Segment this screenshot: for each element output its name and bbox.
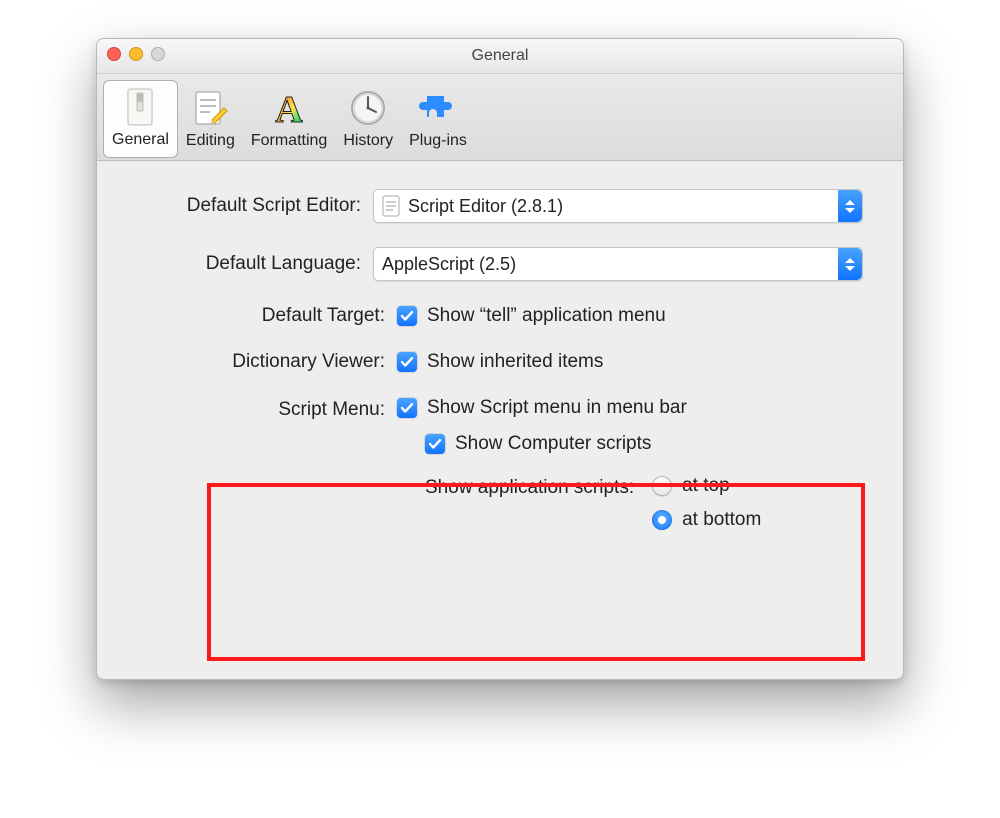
show-inherited-label: Show inherited items: [427, 351, 603, 373]
svg-text:A: A: [275, 89, 303, 130]
tab-label: Editing: [186, 132, 235, 150]
tab-history[interactable]: History: [335, 82, 401, 158]
show-computer-scripts-checkbox[interactable]: [425, 434, 445, 454]
default-language-popup[interactable]: AppleScript (2.5): [373, 247, 863, 281]
default-editor-value: Script Editor (2.8.1): [408, 196, 563, 217]
tab-general[interactable]: General: [103, 80, 178, 158]
window-controls: [107, 47, 165, 61]
row-default-target: Default Target: Show “tell” application …: [127, 305, 863, 327]
editing-icon: [188, 86, 232, 130]
show-script-menu-checkbox-row: Show Script menu in menu bar: [397, 397, 863, 419]
show-tell-menu-checkbox-row: Show “tell” application menu: [397, 305, 863, 327]
minimize-button[interactable]: [129, 47, 143, 61]
show-computer-scripts-checkbox-row: Show Computer scripts: [425, 433, 863, 455]
show-tell-menu-checkbox[interactable]: [397, 306, 417, 326]
tab-formatting[interactable]: A Formatting: [243, 82, 335, 158]
row-default-language: Default Language: AppleScript (2.5): [127, 247, 863, 281]
plugins-icon: [416, 86, 460, 130]
window-title: General: [472, 47, 529, 65]
tab-editing[interactable]: Editing: [178, 82, 243, 158]
label-default-language: Default Language:: [127, 253, 373, 275]
show-computer-scripts-label: Show Computer scripts: [455, 433, 651, 455]
toolbar: General Editing: [97, 74, 903, 161]
show-tell-menu-label: Show “tell” application menu: [427, 305, 666, 327]
stepper-arrows-icon: [838, 248, 862, 280]
preferences-window: General General: [96, 38, 904, 680]
show-script-menu-checkbox[interactable]: [397, 398, 417, 418]
label-default-target: Default Target:: [127, 305, 397, 327]
tab-plugins[interactable]: Plug-ins: [401, 82, 475, 158]
tab-label: General: [112, 131, 169, 149]
tab-label: Formatting: [251, 132, 327, 150]
formatting-icon: A: [267, 86, 311, 130]
titlebar: General: [97, 39, 903, 74]
history-icon: [346, 86, 390, 130]
row-default-editor: Default Script Editor: Script Editor (2.…: [127, 189, 863, 223]
default-language-value: AppleScript (2.5): [382, 254, 516, 275]
show-inherited-checkbox-row: Show inherited items: [397, 351, 863, 373]
stepper-arrows-icon: [838, 190, 862, 222]
default-editor-popup[interactable]: Script Editor (2.8.1): [373, 189, 863, 223]
row-dictionary-viewer: Dictionary Viewer: Show inherited items: [127, 351, 863, 373]
show-script-menu-label: Show Script menu in menu bar: [427, 397, 687, 419]
annotation-highlight: [207, 483, 865, 661]
tab-label: History: [343, 132, 393, 150]
script-editor-app-icon: [382, 195, 400, 217]
zoom-button[interactable]: [151, 47, 165, 61]
label-dictionary-viewer: Dictionary Viewer:: [127, 351, 397, 373]
label-script-menu: Script Menu:: [127, 397, 397, 421]
tab-label: Plug-ins: [409, 132, 467, 150]
close-button[interactable]: [107, 47, 121, 61]
label-default-editor: Default Script Editor:: [127, 195, 373, 217]
show-inherited-checkbox[interactable]: [397, 352, 417, 372]
general-icon: [118, 85, 162, 129]
